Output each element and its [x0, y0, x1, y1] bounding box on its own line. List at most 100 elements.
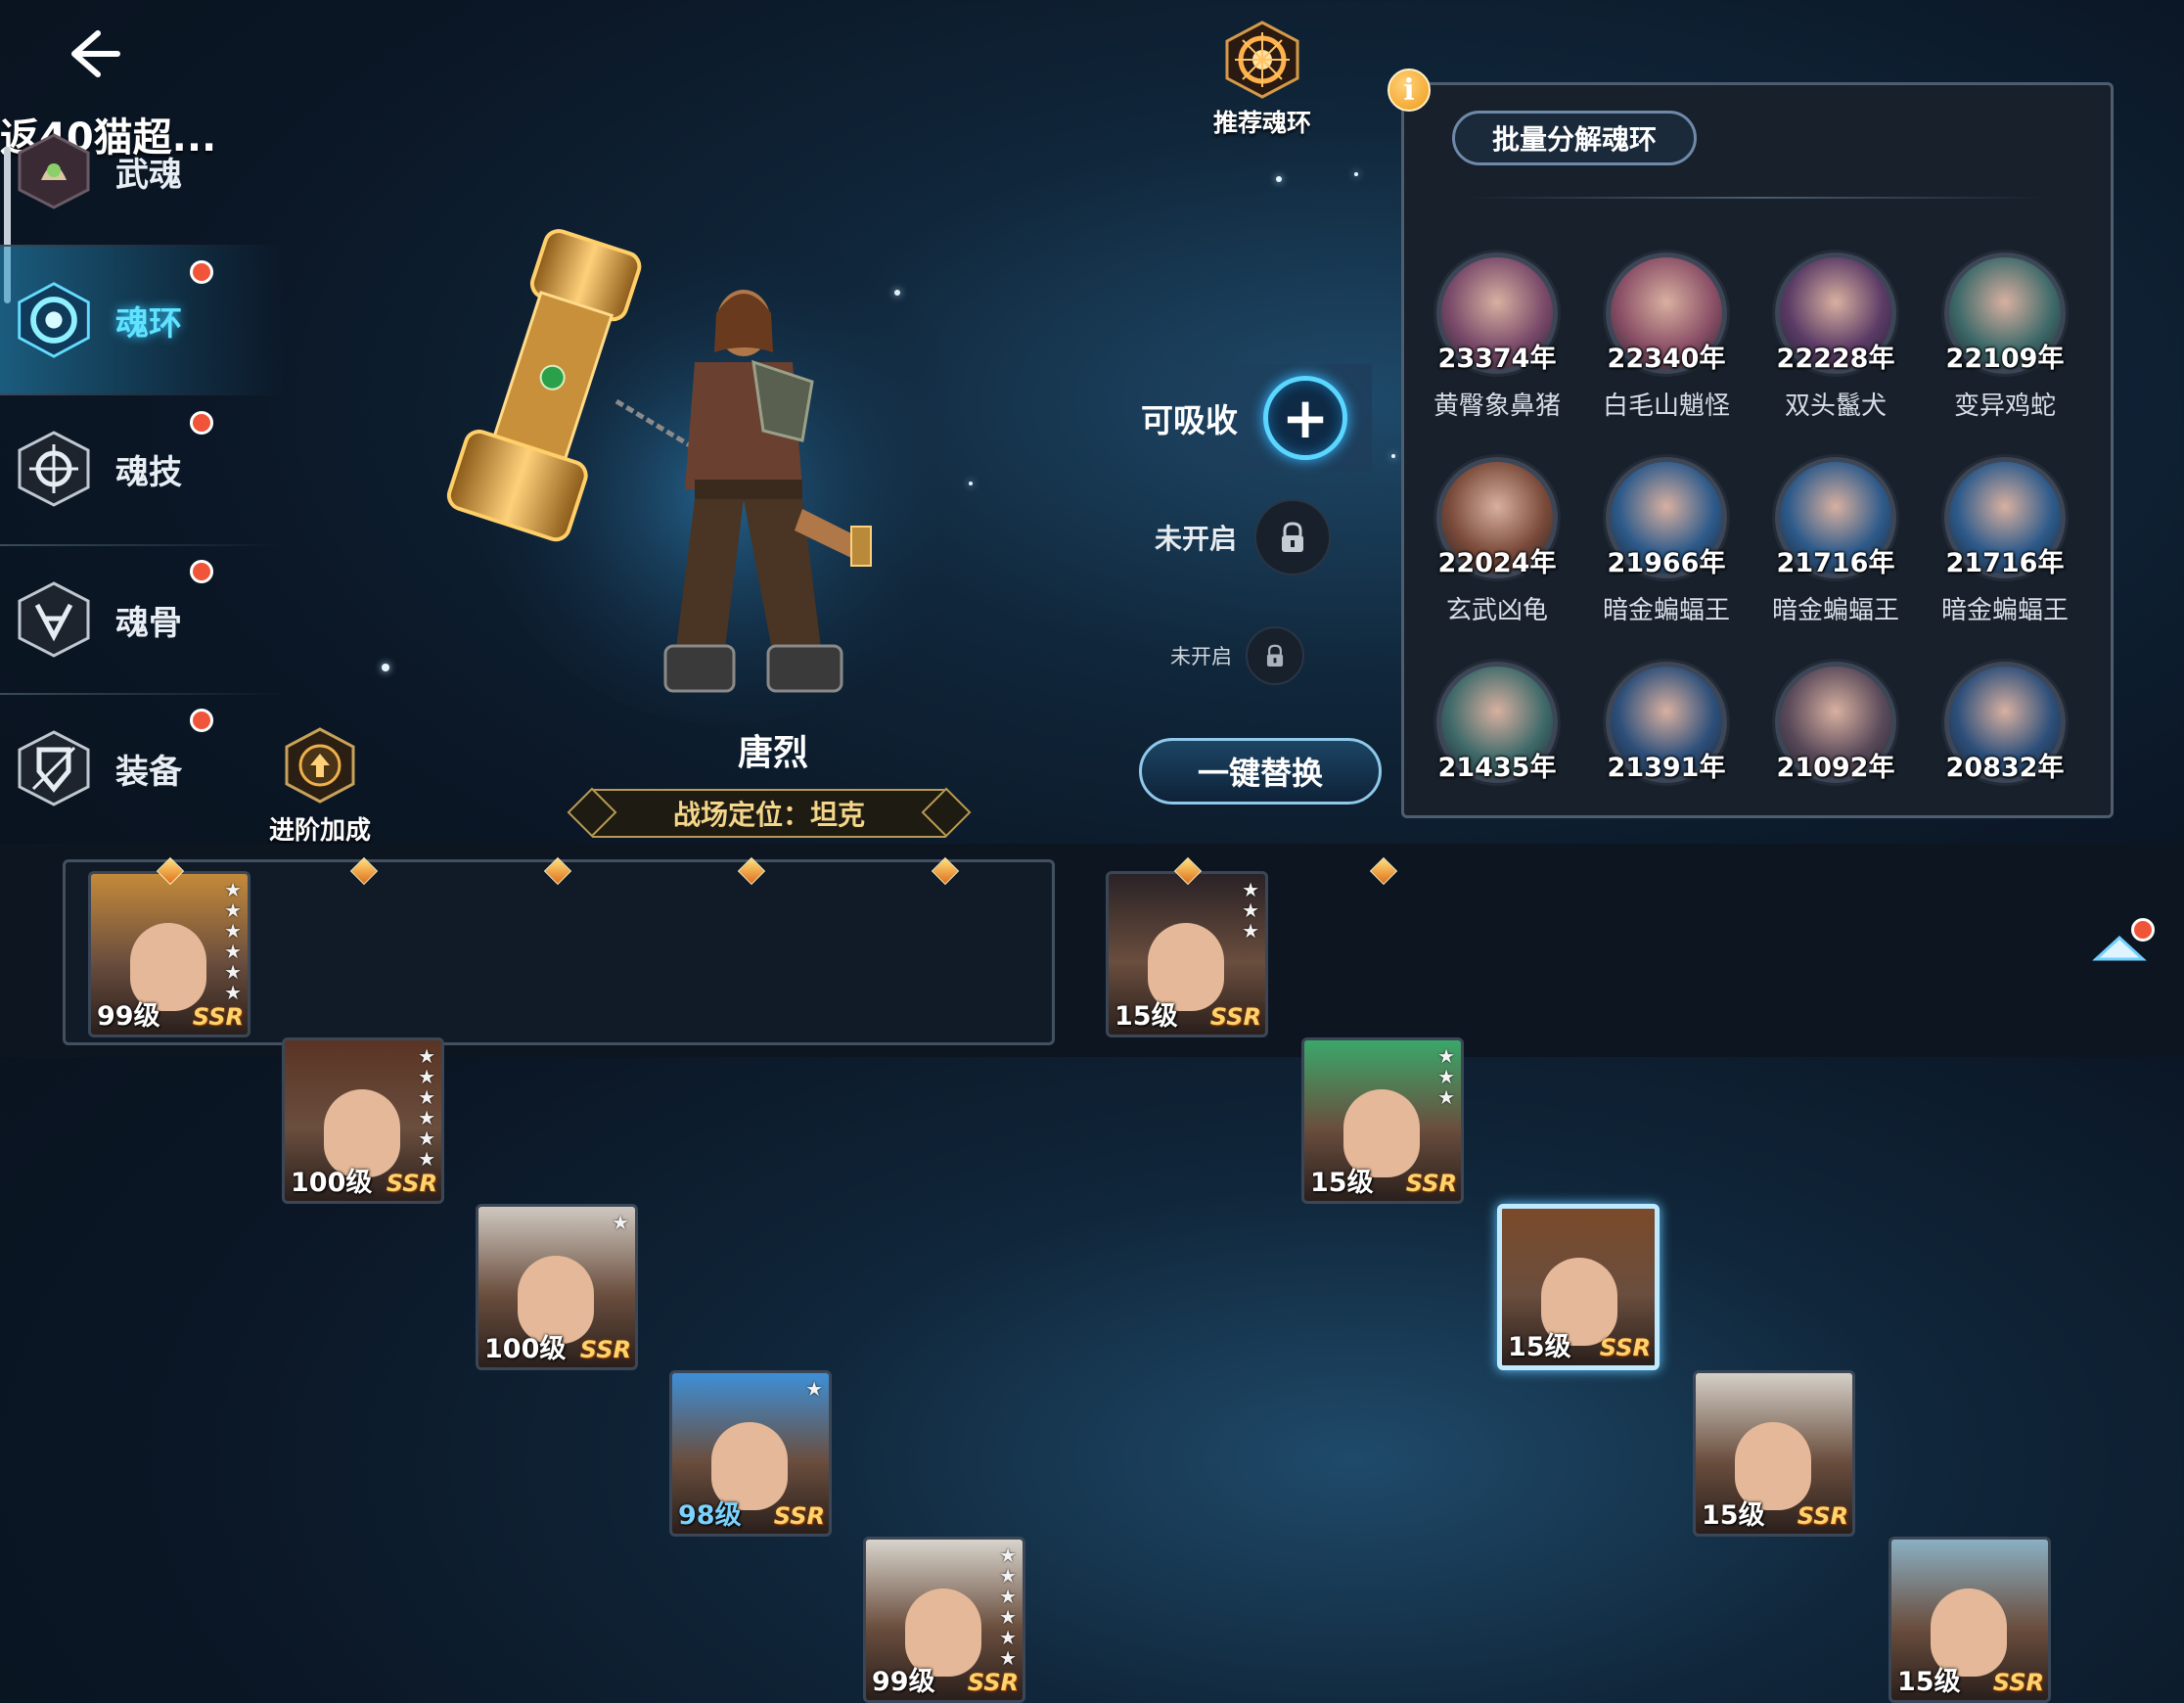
info-button[interactable]: i [1388, 69, 1431, 112]
star-icon: ★ [224, 878, 242, 901]
star-icon: ★ [418, 1085, 435, 1109]
soul-beast-portrait-icon: 21966年 [1606, 457, 1727, 578]
lock-icon [1254, 499, 1332, 575]
hero-card[interactable]: ★ ★ ★ 15级 SSR [1106, 871, 1268, 1037]
soul-ring-item[interactable]: 21716年 暗金蝙蝠王 [1921, 457, 2089, 626]
star-icon: ★ [1437, 1065, 1455, 1088]
notification-dot [190, 411, 213, 435]
menu-label: 魂环 [115, 303, 182, 344]
locked-slot-1[interactable]: 未开启 [1155, 499, 1332, 575]
star-icon: ★ [224, 898, 242, 922]
soul-ring-item[interactable]: 22228年双头鬣犬 [1752, 253, 1920, 422]
rarity-badge: SSR [1209, 1003, 1261, 1031]
replace-label: 一键替换 [1197, 755, 1323, 792]
ring-year: 21716年 [1776, 548, 1895, 578]
soul-beast-portrait-icon: 22228年 [1775, 253, 1896, 374]
star-icon: ★ [1242, 878, 1259, 901]
menu-item-martial-soul[interactable]: 武魂 [0, 98, 284, 245]
plus-icon: + [1281, 385, 1330, 451]
soul-ring-item[interactable]: 21092年 [1752, 662, 1920, 783]
batch-decompose-button[interactable]: 批量分解魂环 [1452, 111, 1697, 165]
menu-item-soul-bone[interactable]: 魂骨 [0, 546, 284, 693]
star-icon: ★ [805, 1377, 823, 1401]
ring-beast-name: 白毛山魈怪 [1602, 391, 1730, 421]
menu-item-soul-ring[interactable]: 魂环 [0, 247, 284, 393]
menu-label: 魂技 [115, 452, 182, 492]
ring-year: 23374年 [1437, 344, 1557, 374]
ring-beast-name: 双头鬣犬 [1784, 391, 1887, 421]
absorbable-slot[interactable]: 可吸收 + [1115, 364, 1372, 472]
ring-beast-name: 玄武凶龟 [1445, 596, 1548, 625]
star-icon: ★ [418, 1106, 435, 1129]
hammer-warrior-illustration [446, 215, 978, 724]
rarity-badge: SSR [773, 1502, 825, 1530]
menu-item-soul-skill[interactable]: 魂技 [0, 395, 284, 542]
star-rating: ★ [805, 1379, 823, 1399]
star-icon: ★ [1437, 1085, 1455, 1109]
soul-ring-item[interactable]: 22340年 白毛山魈怪 [1582, 253, 1751, 422]
hero-level: 99级 [97, 1001, 160, 1032]
star-icon: ★ [612, 1211, 629, 1234]
hero-card[interactable]: ★ 100级 SSR [476, 1204, 638, 1370]
soul-beast-portrait-icon: 22109年 [1944, 253, 2066, 374]
menu-label: 装备 [115, 752, 182, 792]
soul-ring-item[interactable]: 22109年变异鸡蛇 [1921, 253, 2089, 422]
notification-dot [190, 709, 213, 732]
panel-divider [1468, 197, 2045, 199]
star-icon: ★ [224, 981, 242, 1004]
star-icon: ★ [418, 1127, 435, 1150]
hero-card[interactable]: ★ ★ ★ 15级 SSR [1301, 1037, 1464, 1204]
soul-ring-item[interactable]: 21716年 暗金蝙蝠王 [1752, 457, 1920, 626]
character-model[interactable] [431, 215, 978, 724]
rarity-badge: SSR [1599, 1334, 1651, 1361]
hero-card[interactable]: ★ ★ ★ ★ ★ ★ 99级 SSR [863, 1537, 1025, 1703]
rarity-badge: SSR [1797, 1502, 1848, 1530]
star-icon: ★ [999, 1564, 1017, 1588]
soul-ring-item[interactable]: 21391年 [1582, 662, 1751, 783]
soul-beast-portrait-icon: 21716年 [1944, 457, 2066, 578]
hero-level: 15级 [1310, 1168, 1374, 1198]
lock-icon [1246, 626, 1304, 685]
ring-year: 21966年 [1607, 548, 1726, 578]
ring-year: 21092年 [1776, 753, 1895, 783]
soul-ring-item[interactable]: 22024年 玄武凶龟 [1413, 457, 1581, 626]
recommend-soul-ring-button[interactable]: 推荐魂环 [1204, 20, 1321, 139]
ring-beast-name: 黄臀象鼻猪 [1433, 391, 1561, 421]
back-button[interactable] [59, 20, 127, 88]
advance-bonus-button[interactable]: 进阶加成 [256, 726, 384, 847]
soul-ring-item[interactable]: 23374年 黄臀象鼻猪 [1413, 253, 1581, 422]
locked-slot-2[interactable]: 未开启 [1170, 626, 1304, 685]
hero-card[interactable]: ★ ★ ★ ★ ★ ★ 100级 SSR [282, 1037, 444, 1204]
soul-ring-item[interactable]: 21966年 暗金蝙蝠王 [1582, 457, 1751, 626]
hero-card[interactable]: 15级 SSR [1888, 1537, 2051, 1703]
soul-beast-portrait-icon: 23374年 [1436, 253, 1558, 374]
equipment-icon [14, 728, 94, 808]
ring-beast-name: 暗金蝙蝠王 [1771, 596, 1899, 625]
absorb-label: 可吸收 [1141, 401, 1238, 439]
hero-card[interactable]: 15级 SSR [1693, 1370, 1855, 1537]
ring-beast-name: 变异鸡蛇 [1953, 391, 2056, 421]
rarity-badge: SSR [579, 1336, 631, 1363]
soul-ring-item[interactable]: 20832年 [1921, 662, 2089, 783]
rarity-badge: SSR [967, 1669, 1019, 1696]
hero-card[interactable]: ★ ★ ★ ★ ★ ★ 99级 SSR [88, 871, 250, 1037]
rarity-badge: SSR [1992, 1669, 2044, 1696]
hero-card[interactable]: 15级 SSR [1497, 1204, 1660, 1370]
hero-card[interactable]: ★ 98级 SSR [669, 1370, 832, 1537]
roster-cards: ★ ★ ★ 15级 SSR ★ ★ ★ 15级 SSR 15级 SSR 15级 SSR 15级 SSR [1106, 856, 2084, 1703]
expand-up-button[interactable] [2090, 918, 2155, 965]
hero-level: 15级 [1508, 1332, 1571, 1362]
ring-year: 22024年 [1437, 548, 1557, 578]
hero-level: 15级 [1702, 1500, 1765, 1531]
menu-label: 武魂 [115, 155, 182, 195]
menu-item-equipment[interactable]: 装备 [0, 695, 284, 842]
star-rating: ★ ★ ★ ★ ★ ★ [418, 1046, 435, 1169]
add-soul-ring-button[interactable]: + [1263, 376, 1347, 460]
star-icon: ★ [999, 1605, 1017, 1629]
star-icon: ★ [999, 1585, 1017, 1608]
notification-dot [190, 260, 213, 284]
star-rating: ★ ★ ★ [1242, 880, 1259, 941]
rarity-badge: SSR [386, 1170, 437, 1197]
one-click-replace-button[interactable]: 一键替换 [1139, 738, 1382, 805]
soul-ring-item[interactable]: 21435年 [1413, 662, 1581, 783]
